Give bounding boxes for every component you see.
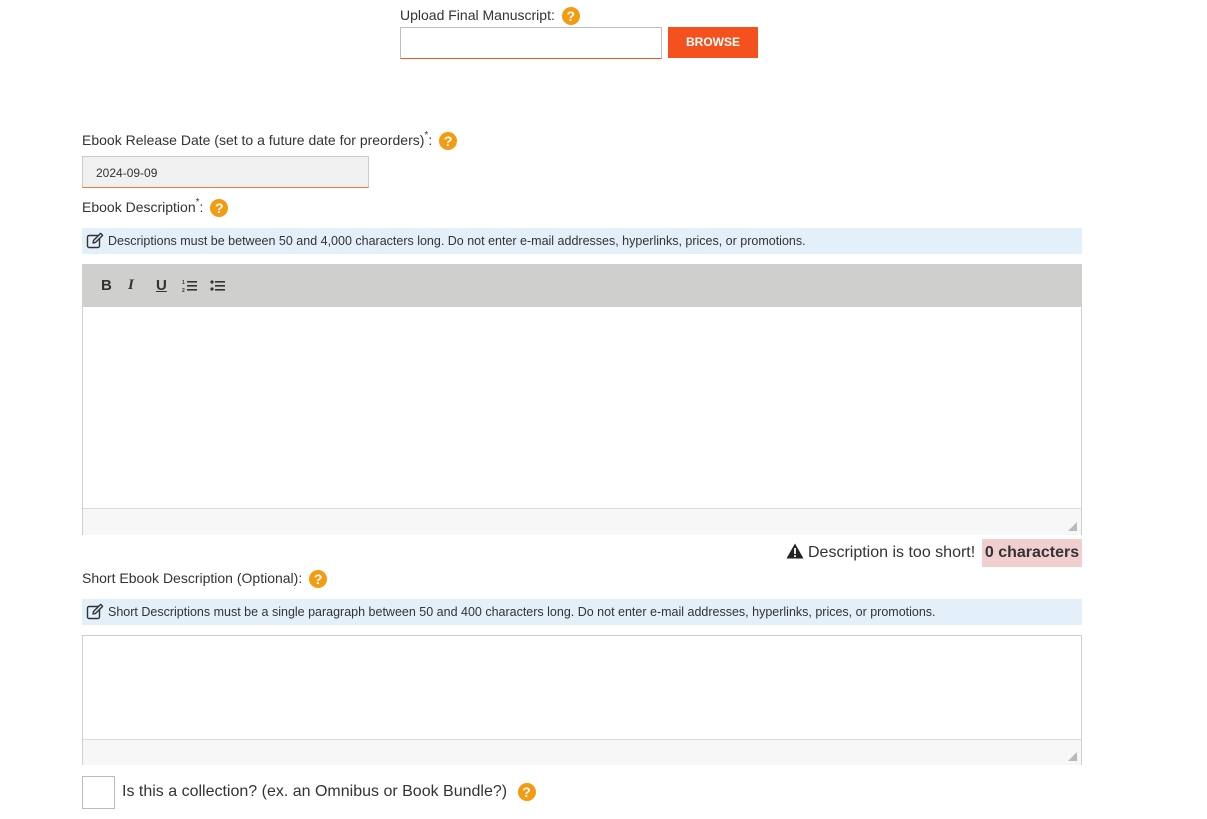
release-date-colon: :	[428, 132, 433, 148]
collection-help-icon[interactable]: ?	[517, 782, 536, 801]
description-label-row: Ebook Description*: ?	[82, 197, 229, 218]
resize-grip-icon[interactable]	[1068, 752, 1077, 761]
description-label: Ebook Description	[82, 199, 196, 215]
underline-button[interactable]: U	[156, 277, 167, 294]
edit-icon	[86, 232, 104, 249]
editor-status-bar	[83, 508, 1081, 535]
short-description-info-text: Short Descriptions must be a single para…	[108, 605, 936, 619]
manuscript-label: Upload Final Manuscript:	[400, 7, 555, 23]
short-description-editor	[82, 635, 1082, 765]
description-info-bar: Descriptions must be between 50 and 4,00…	[82, 228, 1082, 254]
warning-text: Description is too short!	[808, 544, 976, 561]
release-date-input[interactable]: 2024-09-09	[82, 156, 369, 188]
collection-label: Is this a collection? (ex. an Omnibus or…	[122, 783, 508, 800]
manuscript-help-icon[interactable]: ?	[561, 7, 580, 26]
collection-checkbox[interactable]	[82, 776, 115, 809]
short-editor-status-bar	[83, 739, 1081, 765]
resize-grip-icon[interactable]	[1068, 522, 1077, 531]
description-help-icon[interactable]: ?	[210, 199, 229, 218]
description-text-area[interactable]	[83, 307, 1081, 507]
character-count-badge: 0 characters	[982, 539, 1082, 567]
short-description-label: Short Ebook Description (Optional):	[82, 570, 303, 586]
editor-toolbar: B I U 1 2	[83, 265, 1081, 307]
manuscript-file-input[interactable]	[400, 27, 662, 59]
bold-button[interactable]: B	[101, 277, 112, 294]
description-editor: B I U 1 2	[82, 264, 1082, 535]
italic-button[interactable]: I	[128, 277, 134, 294]
short-description-help-icon[interactable]: ?	[309, 570, 328, 589]
description-info-text: Descriptions must be between 50 and 4,00…	[108, 234, 806, 248]
description-warning: Description is too short!	[786, 539, 975, 567]
release-date-label-row: Ebook Release Date (set to a future date…	[82, 130, 458, 151]
release-date-help-icon[interactable]: ?	[439, 132, 458, 151]
bullet-list-icon[interactable]	[210, 279, 226, 293]
short-description-text-area[interactable]	[83, 636, 1081, 738]
manuscript-label-row: Upload Final Manuscript: ?	[400, 7, 580, 26]
edit-icon	[86, 603, 104, 620]
required-asterisk: *	[424, 130, 429, 141]
required-asterisk: *	[195, 197, 200, 208]
browse-button[interactable]: BROWSE	[668, 27, 758, 58]
release-date-label: Ebook Release Date (set to a future date…	[82, 132, 425, 148]
numbered-list-icon[interactable]: 1 2	[182, 279, 198, 293]
short-description-label-row: Short Ebook Description (Optional): ?	[82, 570, 328, 589]
description-colon: :	[199, 199, 204, 215]
svg-text:2: 2	[182, 288, 185, 293]
warning-icon	[786, 543, 804, 559]
svg-text:1: 1	[182, 280, 185, 286]
short-description-info-bar: Short Descriptions must be a single para…	[82, 599, 1082, 625]
collection-label-row: Is this a collection? (ex. an Omnibus or…	[122, 781, 536, 803]
